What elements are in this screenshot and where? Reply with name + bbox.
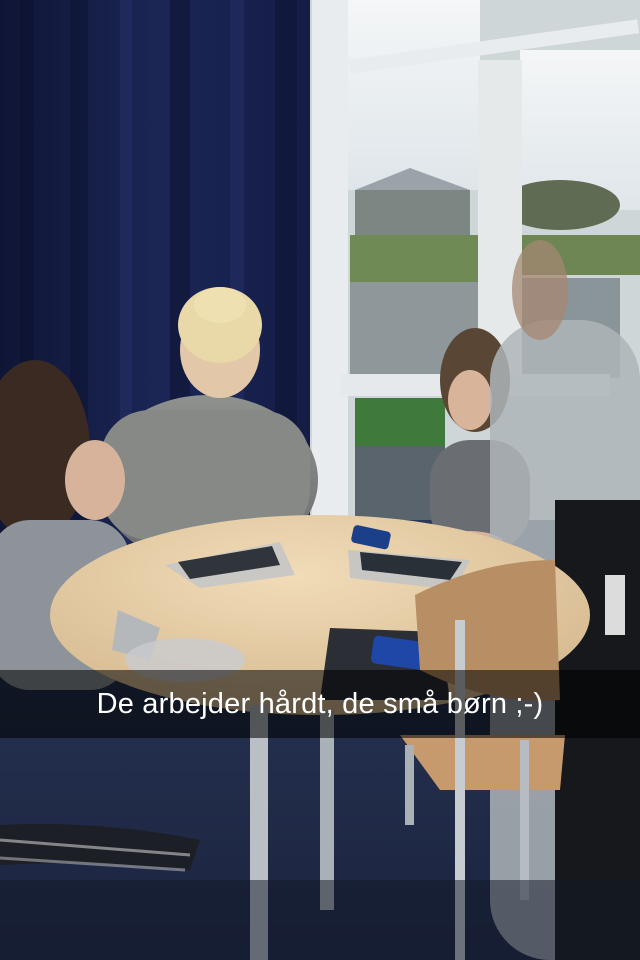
classroom-scene [0,0,640,960]
caption-bar: De arbejder hårdt, de små børn ;-) [0,670,640,738]
snapshot-photo: De arbejder hårdt, de små børn ;-) [0,0,640,960]
caption-text: De arbejder hårdt, de små børn ;-) [96,687,544,720]
vignette [0,880,640,960]
